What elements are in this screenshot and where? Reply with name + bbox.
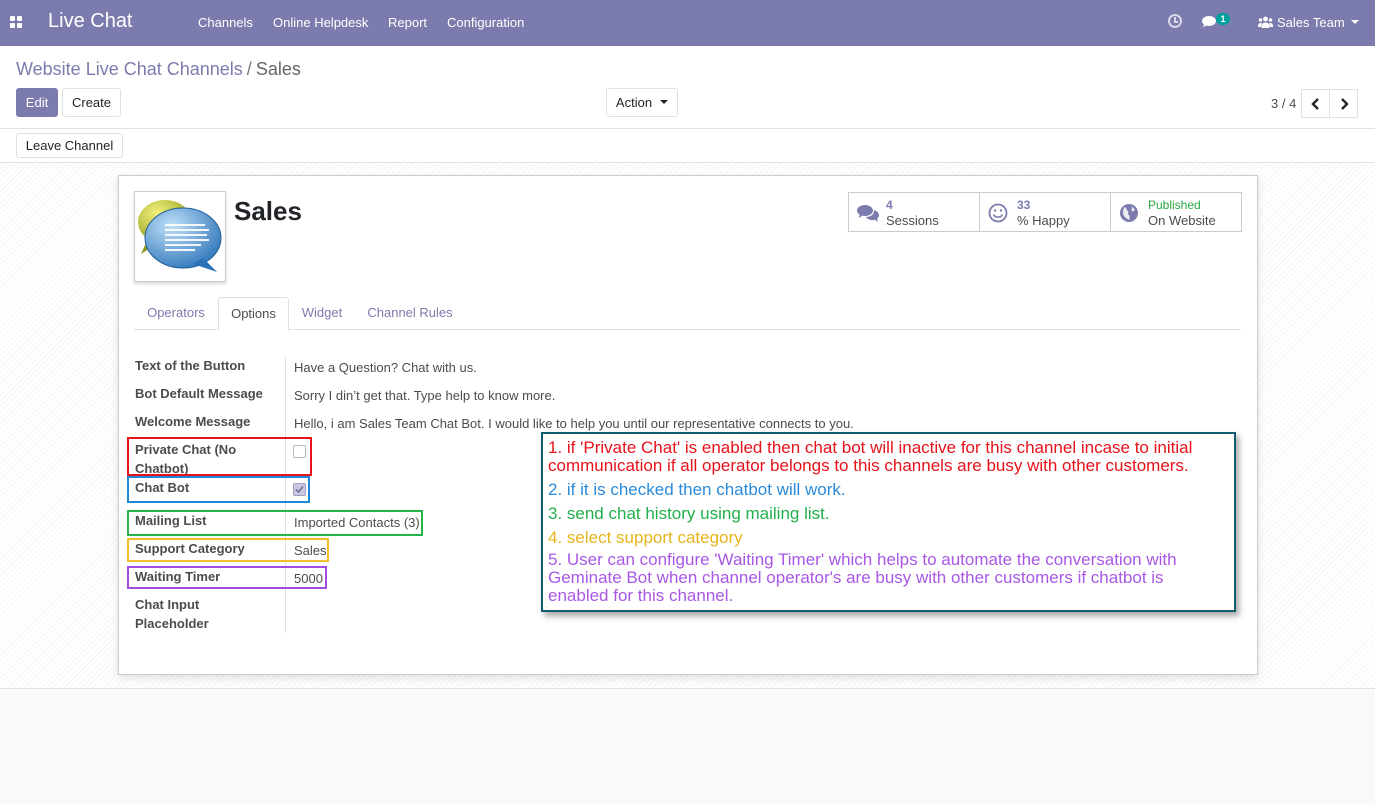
waiting-timer-label: Waiting Timer bbox=[135, 569, 221, 584]
app-title[interactable]: Live Chat bbox=[48, 10, 133, 33]
tab-widget[interactable]: Widget bbox=[289, 297, 355, 330]
support-category-field[interactable]: Sales bbox=[294, 541, 327, 560]
leave-channel-button[interactable]: Leave Channel bbox=[16, 133, 123, 158]
note-1-line-2: communication if all operator belongs to… bbox=[548, 456, 1189, 475]
note-5-line-2: Geminate Bot when channel operator's are… bbox=[548, 568, 1164, 587]
breadcrumb: Website Live Chat Channels / Sales bbox=[16, 59, 301, 80]
private-chat-label: Private Chat (No Chatbot) bbox=[135, 440, 236, 478]
welcome-message-label: Welcome Message bbox=[135, 414, 251, 429]
button-text-field[interactable]: Have a Question? Chat with us. bbox=[294, 358, 477, 377]
chevron-right-icon bbox=[1341, 98, 1349, 110]
note-1-line-1: 1. if 'Private Chat' is enabled then cha… bbox=[548, 438, 1193, 457]
sessions-count: 4 bbox=[886, 198, 893, 212]
note-5-line-1: 5. User can configure 'Waiting Timer' wh… bbox=[548, 550, 1177, 569]
published-status: Published bbox=[1148, 198, 1201, 212]
note-5-line-3: enabled for this channel. bbox=[548, 586, 734, 605]
checkmark-icon bbox=[295, 485, 304, 494]
note-3: 3. send chat history using mailing list. bbox=[548, 504, 830, 523]
chat-input-placeholder-label: Chat Input Placeholder bbox=[135, 595, 209, 633]
sessions-button[interactable]: 4 Sessions bbox=[849, 193, 980, 231]
happy-rating-button[interactable]: 33 % Happy bbox=[980, 193, 1111, 231]
smart-buttons: 4 Sessions 33 % Happy Published On Websi… bbox=[848, 192, 1242, 232]
note-4: 4. select support category bbox=[548, 528, 743, 547]
chat-input-label-line2: Placeholder bbox=[135, 616, 209, 631]
activity-clock-icon[interactable] bbox=[1168, 14, 1182, 28]
team-icon bbox=[1258, 16, 1273, 28]
smile-icon bbox=[988, 203, 1008, 223]
chevron-down-icon bbox=[660, 100, 669, 104]
private-chat-checkbox[interactable] bbox=[293, 445, 306, 458]
menu-configuration[interactable]: Configuration bbox=[447, 15, 524, 30]
comments-icon bbox=[857, 205, 879, 222]
apps-grid-icon[interactable] bbox=[10, 16, 22, 28]
published-label: On Website bbox=[1148, 213, 1216, 228]
breadcrumb-current: Sales bbox=[255, 59, 301, 79]
action-dropdown[interactable]: Action bbox=[606, 88, 678, 117]
chat-bot-checkbox[interactable] bbox=[293, 483, 306, 496]
menu-online-helpdesk[interactable]: Online Helpdesk bbox=[273, 15, 368, 30]
notebook-tabs: Operators Options Widget Channel Rules bbox=[134, 297, 1241, 331]
annotation-callout: 1. if 'Private Chat' is enabled then cha… bbox=[541, 432, 1236, 612]
tab-operators[interactable]: Operators bbox=[134, 297, 218, 330]
waiting-timer-field[interactable]: 5000 bbox=[294, 569, 323, 588]
chat-bubbles-icon bbox=[138, 200, 222, 272]
form-statusbar: Leave Channel bbox=[0, 129, 1375, 163]
top-navbar: Live Chat Channels Online Helpdesk Repor… bbox=[0, 0, 1375, 46]
private-chat-label-line1: Private Chat (No bbox=[135, 442, 237, 457]
happy-percent: 33 bbox=[1017, 198, 1031, 212]
pager-previous-button[interactable] bbox=[1301, 89, 1330, 118]
record-name: Sales bbox=[234, 196, 302, 226]
tab-channel-rules[interactable]: Channel Rules bbox=[355, 297, 465, 330]
note-2: 2. if it is checked then chatbot will wo… bbox=[548, 480, 846, 499]
chat-input-label-line1: Chat Input bbox=[135, 597, 200, 612]
action-dropdown-label: Action bbox=[615, 95, 653, 110]
control-panel: Website Live Chat Channels / Sales Edit Cr… bbox=[0, 46, 1375, 129]
sessions-label: Sessions bbox=[886, 213, 939, 228]
published-toggle-button[interactable]: Published On Website bbox=[1111, 193, 1241, 231]
chat-bot-label: Chat Bot bbox=[135, 480, 190, 495]
mailing-list-label: Mailing List bbox=[135, 513, 207, 528]
breadcrumb-parent-link[interactable]: Website Live Chat Channels bbox=[16, 59, 243, 79]
create-button[interactable]: Create bbox=[62, 88, 121, 117]
globe-icon bbox=[1120, 204, 1138, 222]
edit-button[interactable]: Edit bbox=[16, 88, 58, 117]
tab-options[interactable]: Options bbox=[218, 297, 289, 331]
messages-count-badge: 1 bbox=[1216, 13, 1230, 25]
button-text-label: Text of the Button bbox=[135, 358, 246, 373]
support-category-label: Support Category bbox=[135, 541, 245, 556]
pager-value[interactable]: 3 / 4 bbox=[1271, 96, 1296, 111]
pager-next-button[interactable] bbox=[1329, 89, 1358, 118]
menu-channels[interactable]: Channels bbox=[198, 15, 253, 30]
welcome-message-field[interactable]: Hello, i am Sales Team Chat Bot. I would… bbox=[294, 414, 854, 433]
menu-report[interactable]: Report bbox=[388, 15, 427, 30]
happy-label: % Happy bbox=[1017, 213, 1070, 228]
private-chat-label-line2: Chatbot) bbox=[135, 461, 189, 476]
field-divider bbox=[285, 357, 286, 633]
messages-chat-icon[interactable] bbox=[1201, 15, 1217, 29]
user-menu-caret-icon[interactable] bbox=[1351, 20, 1359, 24]
mailing-list-field[interactable]: Imported Contacts (3) bbox=[294, 513, 420, 532]
chevron-left-icon bbox=[1311, 98, 1319, 110]
user-menu-label[interactable]: Sales Team bbox=[1277, 15, 1345, 30]
bot-default-message-field[interactable]: Sorry I din’t get that. Type help to kno… bbox=[294, 386, 555, 405]
bot-default-message-label: Bot Default Message bbox=[135, 386, 263, 401]
channel-image[interactable] bbox=[134, 191, 226, 282]
breadcrumb-separator: / bbox=[246, 59, 252, 79]
